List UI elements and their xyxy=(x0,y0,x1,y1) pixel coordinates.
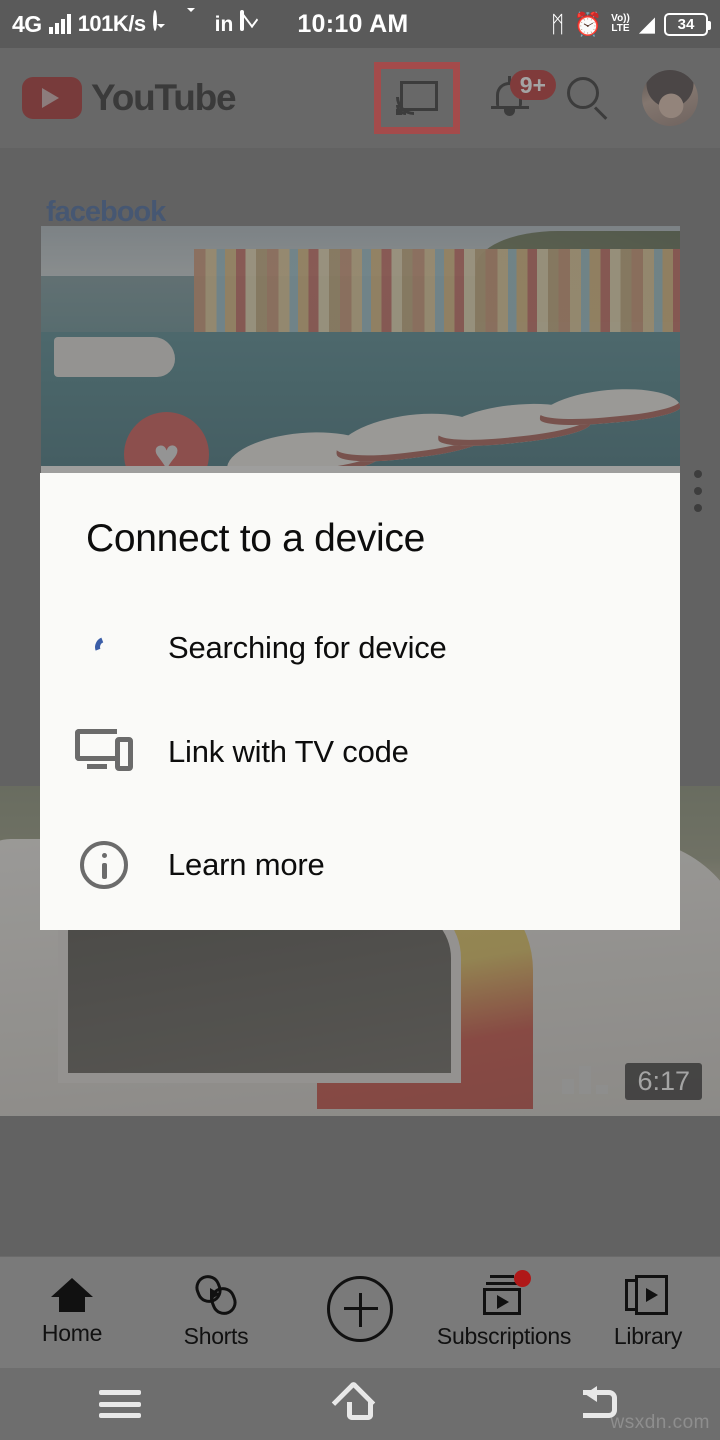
messages-icon xyxy=(184,12,208,36)
signal-bars-icon xyxy=(48,14,71,34)
status-bar-right: ᛗ ⏰ Vo)) LTE ◢ 34 xyxy=(550,10,711,37)
bottom-nav-label: Shorts xyxy=(183,1323,249,1349)
tv-and-phone-icon xyxy=(40,729,168,775)
subscriptions-new-dot xyxy=(514,1270,531,1287)
battery-level-label: 34 xyxy=(677,15,695,33)
youtube-logo[interactable]: YouTube xyxy=(22,77,237,119)
network-type-label: 4G xyxy=(12,10,42,37)
dialog-item-label: Searching for device xyxy=(168,630,447,665)
dialog-item-label: Link with TV code xyxy=(168,734,409,769)
notifications-bell-icon[interactable]: 9+ xyxy=(490,70,556,124)
currently-watching-icon xyxy=(562,1066,608,1094)
bottom-nav-item-shorts[interactable]: Shorts xyxy=(144,1271,288,1350)
dialog-item-label: Learn more xyxy=(168,847,325,882)
library-icon xyxy=(625,1275,671,1315)
cast-button-highlight[interactable] xyxy=(374,62,460,134)
bottom-nav-item-create[interactable] xyxy=(288,1275,432,1350)
overflow-menu-icon[interactable] xyxy=(694,470,702,514)
cast-icon[interactable] xyxy=(396,81,438,115)
video-duration-badge: 6:17 xyxy=(625,1063,702,1100)
bottom-nav-label: Home xyxy=(41,1320,103,1346)
account-avatar[interactable] xyxy=(642,70,698,126)
loading-spinner-icon xyxy=(40,626,168,670)
home-icon xyxy=(51,1278,93,1312)
home-button-icon xyxy=(331,1380,382,1425)
site-watermark: wsxdn.com xyxy=(610,1412,710,1433)
linkedin-icon: in xyxy=(214,12,234,36)
facebook-brand-label: facebook xyxy=(46,196,166,228)
clock-label: 10:10 AM xyxy=(297,9,409,38)
whatsapp-icon xyxy=(152,10,177,36)
battery-icon: 34 xyxy=(664,12,711,36)
create-plus-icon[interactable] xyxy=(327,1275,393,1342)
status-bar: 4G 101K/s in 10:10 AM ᛗ ⏰ Vo)) LTE ◢ 34 xyxy=(0,0,720,48)
volte-bottom-label: LTE xyxy=(611,23,630,34)
bottom-nav-label: Library xyxy=(613,1323,683,1349)
data-speed-label: 101K/s xyxy=(77,11,146,36)
wifi-icon: ◢ xyxy=(638,12,655,36)
shorts-icon xyxy=(191,1271,241,1319)
bluetooth-icon: ᛗ xyxy=(550,10,565,37)
mail-icon xyxy=(240,10,264,36)
header-actions: 9+ xyxy=(374,62,698,134)
android-system-navigation-bar: wsxdn.com xyxy=(0,1368,720,1440)
bottom-nav-item-home[interactable]: Home xyxy=(0,1278,144,1347)
youtube-play-icon xyxy=(22,77,82,119)
dialog-item-searching[interactable]: Searching for device xyxy=(40,613,680,683)
search-icon[interactable] xyxy=(564,74,612,122)
dialog-title: Connect to a device xyxy=(86,517,426,560)
dialog-item-link-tv-code[interactable]: Link with TV code xyxy=(40,717,680,787)
subscriptions-icon xyxy=(481,1270,531,1315)
youtube-wordmark: YouTube xyxy=(91,77,237,118)
home-button[interactable] xyxy=(240,1380,480,1425)
bottom-nav-label: Subscriptions xyxy=(436,1323,572,1349)
recents-menu-icon xyxy=(99,1390,141,1418)
volte-icon: Vo)) LTE xyxy=(611,14,630,34)
info-circle-icon xyxy=(40,841,168,889)
notification-count-badge: 9+ xyxy=(509,70,556,100)
status-bar-left: 4G 101K/s in 10:10 AM xyxy=(12,10,409,39)
bottom-navigation-bar: Home Shorts Subscriptions Library xyxy=(0,1256,720,1368)
alarm-icon: ⏰ xyxy=(573,10,603,37)
dialog-item-learn-more[interactable]: Learn more xyxy=(40,830,680,900)
bottom-nav-item-subscriptions[interactable]: Subscriptions xyxy=(432,1270,576,1350)
bottom-nav-item-library[interactable]: Library xyxy=(576,1275,720,1350)
recents-menu-button[interactable] xyxy=(0,1390,240,1418)
youtube-app-header: YouTube 9+ xyxy=(0,48,720,148)
facebook-ad-card[interactable]: facebook ♥ xyxy=(0,148,720,497)
connect-to-device-dialog: Connect to a device Searching for device… xyxy=(40,473,680,930)
